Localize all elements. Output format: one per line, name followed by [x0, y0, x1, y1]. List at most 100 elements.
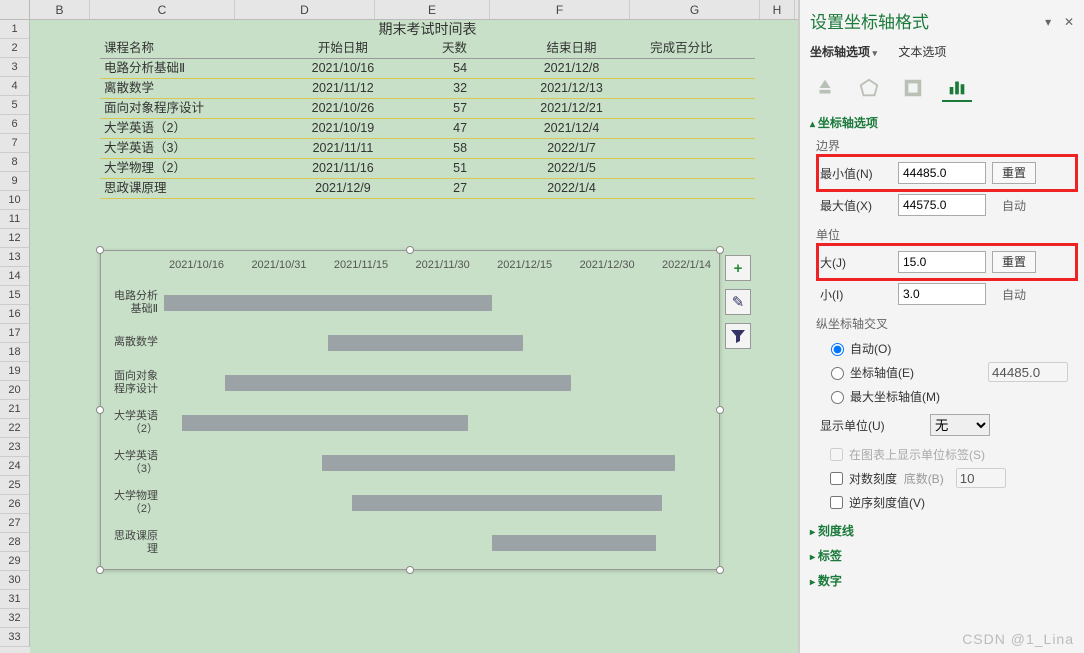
gantt-row[interactable]: 思政课原理: [109, 523, 711, 563]
gantt-row[interactable]: 面向对象程序设计: [109, 363, 711, 403]
fill-line-icon[interactable]: [810, 74, 840, 102]
column-headers: BCDEFGH: [0, 0, 798, 20]
table-row[interactable]: 电路分析基础Ⅱ2021/10/16542021/12/8: [100, 59, 755, 79]
gantt-bar[interactable]: [492, 535, 656, 551]
column-header[interactable]: C: [90, 0, 235, 19]
section-number[interactable]: 数字: [810, 572, 1074, 589]
chart-x-axis[interactable]: 2021/10/162021/10/312021/11/152021/11/30…: [109, 259, 711, 275]
row-header[interactable]: 15: [0, 286, 30, 305]
tab-text-options[interactable]: 文本选项: [898, 43, 946, 60]
row-header[interactable]: 28: [0, 533, 30, 552]
table-title: 期末考试时间表: [100, 20, 755, 39]
cross-at-radio[interactable]: [831, 367, 844, 380]
pane-close-icon[interactable]: ✕: [1064, 15, 1074, 29]
gantt-row[interactable]: 大学英语（2）: [109, 403, 711, 443]
row-header[interactable]: 3: [0, 58, 30, 77]
row-header[interactable]: 11: [0, 210, 30, 229]
table-row[interactable]: 思政课原理2021/12/9272022/1/4: [100, 179, 755, 199]
row-header[interactable]: 27: [0, 514, 30, 533]
table-row[interactable]: 面向对象程序设计2021/10/26572021/12/21: [100, 99, 755, 119]
gantt-chart[interactable]: 2021/10/162021/10/312021/11/152021/11/30…: [100, 250, 720, 570]
gantt-bar[interactable]: [322, 455, 675, 471]
bounds-min-reset-button[interactable]: 重置: [992, 162, 1036, 184]
size-properties-icon[interactable]: [898, 74, 928, 102]
table-row[interactable]: 大学物理（2）2021/11/16512022/1/5: [100, 159, 755, 179]
gantt-bar[interactable]: [164, 295, 492, 311]
effects-icon[interactable]: [854, 74, 884, 102]
table-row[interactable]: 离散数学2021/11/12322021/12/13: [100, 79, 755, 99]
section-tick-marks[interactable]: 刻度线: [810, 522, 1074, 539]
table-row[interactable]: 大学英语（2）2021/10/19472021/12/4: [100, 119, 755, 139]
row-header[interactable]: 19: [0, 362, 30, 381]
row-header[interactable]: 25: [0, 476, 30, 495]
row-header[interactable]: 6: [0, 115, 30, 134]
row-header[interactable]: 31: [0, 590, 30, 609]
row-headers: 1234567891011121314151617181920212223242…: [0, 20, 30, 653]
gantt-row[interactable]: 大学英语（3）: [109, 443, 711, 483]
column-header[interactable]: B: [30, 0, 90, 19]
column-header[interactable]: D: [235, 0, 375, 19]
axis-options-icon[interactable]: [942, 74, 972, 102]
row-header[interactable]: 24: [0, 457, 30, 476]
row-header[interactable]: 33: [0, 628, 30, 647]
unit-major-input[interactable]: [898, 251, 986, 273]
section-axis-options[interactable]: 坐标轴选项: [810, 114, 1074, 131]
gantt-row[interactable]: 大学物理（2）: [109, 483, 711, 523]
table-row[interactable]: 大学英语（3）2021/11/11582022/1/7: [100, 139, 755, 159]
row-header[interactable]: 1: [0, 20, 30, 39]
reverse-order-checkbox[interactable]: [830, 496, 843, 509]
row-header[interactable]: 23: [0, 438, 30, 457]
log-scale-checkbox[interactable]: [830, 472, 843, 485]
gantt-bar[interactable]: [225, 375, 571, 391]
row-header[interactable]: 9: [0, 172, 30, 191]
bounds-max-input[interactable]: [898, 194, 986, 216]
cross-at-input: [988, 362, 1068, 382]
row-header[interactable]: 5: [0, 96, 30, 115]
row-header[interactable]: 26: [0, 495, 30, 514]
spreadsheet-area[interactable]: BCDEFGH 12345678910111213141516171819202…: [0, 0, 799, 653]
chart-add-element-button[interactable]: +: [725, 255, 751, 281]
bounds-max-row: 最大值(X) 自动: [820, 190, 1074, 220]
row-header[interactable]: 29: [0, 552, 30, 571]
row-header[interactable]: 20: [0, 381, 30, 400]
chart-styles-button[interactable]: ✎: [725, 289, 751, 315]
pane-menu-icon[interactable]: ▾: [1045, 15, 1051, 29]
unit-minor-input[interactable]: [898, 283, 986, 305]
row-header[interactable]: 8: [0, 153, 30, 172]
row-header[interactable]: 12: [0, 229, 30, 248]
row-header[interactable]: 13: [0, 248, 30, 267]
gantt-bar[interactable]: [328, 335, 522, 351]
row-header[interactable]: 7: [0, 134, 30, 153]
row-header[interactable]: 4: [0, 77, 30, 96]
column-header[interactable]: G: [630, 0, 760, 19]
cross-max-radio[interactable]: [831, 391, 844, 404]
gantt-row[interactable]: 离散数学: [109, 323, 711, 363]
column-header[interactable]: F: [490, 0, 630, 19]
chart-filter-button[interactable]: [725, 323, 751, 349]
column-header[interactable]: H: [760, 0, 795, 19]
section-labels[interactable]: 标签: [810, 547, 1074, 564]
pane-title: 设置坐标轴格式: [810, 8, 929, 33]
unit-major-reset-button[interactable]: 重置: [992, 251, 1036, 273]
row-header[interactable]: 21: [0, 400, 30, 419]
display-unit-select[interactable]: 无: [930, 414, 990, 436]
row-header[interactable]: 18: [0, 343, 30, 362]
log-base-input: [956, 468, 1006, 488]
column-header[interactable]: E: [375, 0, 490, 19]
bounds-min-input[interactable]: [898, 162, 986, 184]
row-header[interactable]: 14: [0, 267, 30, 286]
row-header[interactable]: 22: [0, 419, 30, 438]
row-header[interactable]: 30: [0, 571, 30, 590]
gantt-bar[interactable]: [352, 495, 662, 511]
row-header[interactable]: 2: [0, 39, 30, 58]
tab-axis-options[interactable]: 坐标轴选项: [810, 43, 877, 60]
chart-plot-area[interactable]: 电路分析基础Ⅱ离散数学面向对象程序设计大学英语（2）大学英语（3）大学物理（2）…: [109, 283, 711, 561]
format-axis-pane: 设置坐标轴格式 ▾ ✕ 坐标轴选项 文本选项 坐标轴选项 边界 最小值(N) 重…: [799, 0, 1084, 653]
gantt-row[interactable]: 电路分析基础Ⅱ: [109, 283, 711, 323]
row-header[interactable]: 32: [0, 609, 30, 628]
cross-auto-radio[interactable]: [831, 343, 844, 356]
row-header[interactable]: 17: [0, 324, 30, 343]
gantt-bar[interactable]: [182, 415, 468, 431]
row-header[interactable]: 16: [0, 305, 30, 324]
row-header[interactable]: 10: [0, 191, 30, 210]
